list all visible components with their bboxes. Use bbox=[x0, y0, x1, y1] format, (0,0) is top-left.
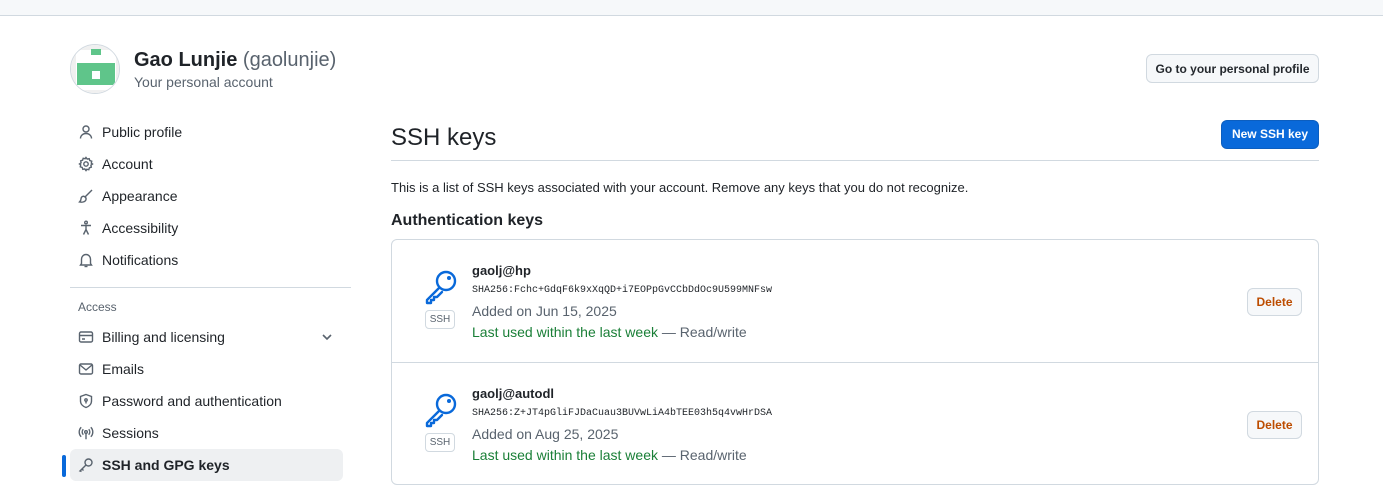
list-item: SSH gaolj@autodl SHA256:Z+JT4pGliFJDaCua… bbox=[392, 362, 1318, 484]
bell-icon bbox=[78, 252, 94, 268]
account-header: Gao Lunjie (gaolunjie) Your personal acc… bbox=[70, 44, 336, 94]
sidebar-section-access: Access bbox=[78, 300, 117, 314]
key-title: gaolj@autodl bbox=[472, 386, 555, 401]
ssh-badge: SSH bbox=[425, 433, 455, 452]
sidebar-item-account[interactable]: Account bbox=[70, 148, 351, 180]
main-content: SSH keys New SSH key This is a list of S… bbox=[391, 116, 1319, 485]
delete-button[interactable]: Delete bbox=[1247, 411, 1302, 439]
credit-card-icon bbox=[78, 329, 94, 345]
sidebar-divider bbox=[70, 287, 351, 288]
sidebar-item-notifications[interactable]: Notifications bbox=[70, 244, 351, 276]
avatar[interactable] bbox=[70, 44, 120, 94]
sidebar-item-label: Accessibility bbox=[102, 220, 179, 236]
key-icon bbox=[422, 268, 460, 306]
sidebar-item-label: Notifications bbox=[102, 252, 179, 268]
settings-sidebar: Public profile Account Appearance Access… bbox=[62, 116, 351, 481]
sidebar-item-label: SSH and GPG keys bbox=[102, 457, 230, 473]
paintbrush-icon bbox=[78, 188, 94, 204]
go-to-profile-button[interactable]: Go to your personal profile bbox=[1146, 54, 1319, 83]
last-used-text: Last used within the last week bbox=[472, 324, 658, 340]
identicon-icon bbox=[71, 45, 119, 93]
section-title: Authentication keys bbox=[391, 212, 544, 229]
key-fingerprint: SHA256:Z+JT4pGliFJDaCuau3BUVwLiA4bTEE03h… bbox=[472, 408, 773, 419]
key-icon bbox=[422, 391, 460, 429]
active-indicator bbox=[62, 455, 66, 477]
sidebar-item-label: Public profile bbox=[102, 124, 183, 140]
gear-icon bbox=[78, 156, 94, 172]
sidebar-item-label: Password and authentication bbox=[102, 393, 282, 409]
last-used-text: Last used within the last week bbox=[472, 447, 658, 463]
sidebar-item-billing[interactable]: Billing and licensing bbox=[70, 321, 351, 353]
key-fingerprint: SHA256:Fchc+GdqF6k9xXqQD+i7EOPpGvCCbDdOc… bbox=[472, 285, 773, 296]
access-level: — Read/write bbox=[661, 447, 747, 463]
sidebar-item-label: Sessions bbox=[102, 425, 159, 441]
sidebar-item-ssh-gpg-keys[interactable]: SSH and GPG keys bbox=[62, 449, 343, 481]
sidebar-item-label: Emails bbox=[102, 361, 145, 377]
key-last-used: Last used within the last week — Read/wr… bbox=[472, 323, 772, 341]
account-subtitle: Your personal account bbox=[134, 74, 273, 90]
key-icon bbox=[78, 457, 94, 473]
display-name: Gao Lunjie bbox=[134, 49, 238, 71]
top-bar bbox=[0, 0, 1383, 16]
chevron-down-icon[interactable] bbox=[319, 329, 335, 345]
login-name: (gaolunjie) bbox=[242, 49, 337, 71]
sidebar-item-label: Account bbox=[102, 156, 153, 172]
mail-icon bbox=[78, 361, 94, 377]
sidebar-item-emails[interactable]: Emails bbox=[70, 353, 351, 385]
person-icon bbox=[78, 124, 94, 140]
list-item: SSH gaolj@hp SHA256:Fchc+GdqF6k9xXqQD+i7… bbox=[392, 240, 1318, 362]
shield-lock-icon bbox=[78, 393, 94, 409]
ssh-key-list: SSH gaolj@hp SHA256:Fchc+GdqF6k9xXqQD+i7… bbox=[391, 239, 1319, 485]
new-ssh-key-button[interactable]: New SSH key bbox=[1221, 119, 1319, 149]
sidebar-item-password[interactable]: Password and authentication bbox=[70, 385, 351, 417]
intro-text: This is a list of SSH keys associated wi… bbox=[391, 180, 969, 195]
key-title: gaolj@hp bbox=[472, 263, 531, 278]
account-name: Gao Lunjie (gaolunjie) bbox=[134, 47, 336, 73]
access-level: — Read/write bbox=[661, 324, 747, 340]
page-title: SSH keys bbox=[391, 124, 497, 151]
sidebar-item-public-profile[interactable]: Public profile bbox=[70, 116, 351, 148]
sidebar-item-appearance[interactable]: Appearance bbox=[70, 180, 351, 212]
accessibility-icon bbox=[78, 220, 94, 236]
sidebar-item-label: Appearance bbox=[102, 188, 178, 204]
broadcast-icon bbox=[78, 425, 94, 441]
key-added-date: Added on Jun 15, 2025 bbox=[472, 303, 617, 319]
key-added-date: Added on Aug 25, 2025 bbox=[472, 426, 619, 442]
sidebar-item-label: Billing and licensing bbox=[102, 329, 225, 345]
delete-button[interactable]: Delete bbox=[1247, 288, 1302, 316]
page-header: SSH keys New SSH key bbox=[391, 116, 1319, 161]
sidebar-item-accessibility[interactable]: Accessibility bbox=[70, 212, 351, 244]
key-last-used: Last used within the last week — Read/wr… bbox=[472, 446, 772, 464]
sidebar-item-sessions[interactable]: Sessions bbox=[70, 417, 351, 449]
ssh-badge: SSH bbox=[425, 310, 455, 329]
